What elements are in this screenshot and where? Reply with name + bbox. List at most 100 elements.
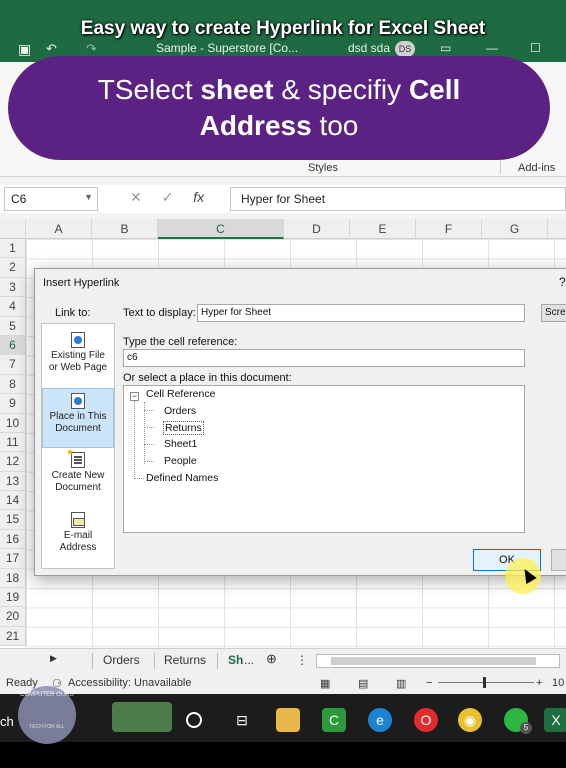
row-header[interactable]: 1 <box>0 239 26 259</box>
undo-icon[interactable]: ↶ <box>46 41 57 57</box>
search-box[interactable]: ch <box>0 714 14 729</box>
column-header[interactable]: E <box>350 219 416 239</box>
more-sheets[interactable]: ... <box>244 653 254 667</box>
opera-icon[interactable]: O <box>414 708 438 732</box>
formula-icons: ✕ ✓ fx <box>130 189 220 206</box>
row-header[interactable]: 15 <box>0 510 26 530</box>
row-header[interactable]: 21 <box>0 626 26 647</box>
chrome-icon[interactable]: ◉ <box>458 708 482 732</box>
row-header[interactable]: 17 <box>0 549 26 569</box>
ribbon-display-icon[interactable]: ▭ <box>440 41 451 55</box>
row-header[interactable]: 4 <box>0 297 26 317</box>
zoom-slider-thumb[interactable] <box>483 677 486 688</box>
page-break-icon[interactable]: ▥ <box>396 677 406 690</box>
text-to-display-input[interactable]: Hyper for Sheet <box>197 304 525 322</box>
row-header[interactable]: 14 <box>0 491 26 511</box>
formula-bar: C6 ▼ ✕ ✓ fx Hyper for Sheet <box>0 185 566 213</box>
insert-hyperlink-dialog: Insert Hyperlink ? Link to: Existing Fil… <box>34 268 566 576</box>
avatar[interactable]: DS <box>395 41 415 57</box>
instruction-banner: TSelect sheet & specifiy Cell Address to… <box>8 56 550 160</box>
whatsapp-badge: 5 <box>520 722 532 734</box>
row-header[interactable]: 13 <box>0 471 26 492</box>
maximize-icon[interactable]: ☐ <box>530 41 541 55</box>
row-header[interactable]: 20 <box>0 607 26 627</box>
save-icon[interactable]: ▣ <box>18 41 31 58</box>
column-header[interactable]: A <box>26 219 92 239</box>
zoom-in-button[interactable]: + <box>536 677 542 689</box>
collapse-icon[interactable]: − <box>130 392 139 401</box>
document-icon <box>71 393 85 409</box>
scroll-right-icon[interactable]: ▶ <box>50 653 57 664</box>
zoom-level[interactable]: 10 <box>552 677 564 689</box>
row-header[interactable]: 16 <box>0 529 26 550</box>
row-header[interactable]: 12 <box>0 452 26 472</box>
row-header[interactable]: 9 <box>0 394 26 414</box>
link-to-existing-file[interactable]: Existing File or Web Page <box>42 328 114 388</box>
sheet-tab-active[interactable]: Sh <box>228 653 243 667</box>
select-all[interactable] <box>0 219 26 239</box>
user-name: dsd sda <box>348 41 391 55</box>
sheet-tab[interactable]: Orders <box>103 653 140 667</box>
place-in-document-label: Or select a place in this document: <box>123 372 292 384</box>
redo-icon[interactable]: ↷ <box>86 41 97 57</box>
function-icon[interactable]: fx <box>193 189 204 205</box>
enter-icon[interactable]: ✓ <box>162 189 174 205</box>
row-header[interactable]: 19 <box>0 588 26 608</box>
email-icon <box>71 512 85 528</box>
zoom-out-button[interactable]: − <box>426 677 432 689</box>
column-header[interactable]: D <box>284 219 350 239</box>
accessibility-status[interactable]: Accessibility: Unavailable <box>68 677 192 689</box>
row-header[interactable]: 18 <box>0 568 26 589</box>
excel-icon[interactable]: X <box>544 708 566 732</box>
row-header[interactable]: 8 <box>0 374 26 395</box>
row-header[interactable]: 5 <box>0 316 26 336</box>
cancel-icon[interactable]: ✕ <box>130 189 142 205</box>
row-header[interactable]: 11 <box>0 432 26 453</box>
normal-view-icon[interactable]: ▦ <box>320 677 330 690</box>
add-sheet-icon[interactable]: ⊕ <box>266 651 277 667</box>
help-icon[interactable]: ? <box>559 275 566 289</box>
zoom-slider[interactable] <box>438 682 534 683</box>
tree-node-sheet[interactable]: Sheet1 <box>164 438 197 450</box>
row-header-selected[interactable]: 6 <box>0 335 26 356</box>
column-header[interactable]: F <box>416 219 482 239</box>
link-to-email-address[interactable]: E-mail Address <box>42 508 114 568</box>
widget-landscape-icon[interactable] <box>112 702 172 732</box>
row-header[interactable]: 7 <box>0 355 26 375</box>
minimize-icon[interactable]: — <box>486 41 498 55</box>
chevron-down-icon[interactable]: ▼ <box>84 192 93 202</box>
new-document-icon <box>66 446 85 468</box>
tree-node-sheet-selected[interactable]: Returns <box>163 421 204 435</box>
row-header[interactable]: 3 <box>0 277 26 298</box>
row-header[interactable]: 10 <box>0 413 26 433</box>
sheet-tab-bar: ▶ Orders Returns Sh ... ⊕ ⋮ <box>0 648 566 672</box>
link-to-place-in-document[interactable]: Place in This Document <box>42 388 114 448</box>
video-title: Easy way to create Hyperlink for Excel S… <box>80 18 486 39</box>
column-header[interactable]: B <box>92 219 158 239</box>
tree-node-cell-reference[interactable]: Cell Reference <box>146 388 215 400</box>
text-to-display-label: Text to display: <box>123 307 196 319</box>
file-explorer-icon[interactable] <box>276 708 300 732</box>
cell-reference-input[interactable]: c6 <box>123 349 525 367</box>
edge-icon[interactable]: e <box>368 708 392 732</box>
sheet-tab[interactable]: Returns <box>164 653 206 667</box>
row-header[interactable]: 2 <box>0 258 26 278</box>
tree-node-sheet[interactable]: People <box>164 455 197 467</box>
column-header[interactable]: G <box>482 219 548 239</box>
name-box[interactable]: C6 ▼ <box>4 187 98 211</box>
tree-node-sheet[interactable]: Orders <box>164 405 196 417</box>
formula-input[interactable]: Hyper for Sheet <box>230 187 566 211</box>
horizontal-scrollbar[interactable] <box>316 654 560 668</box>
cancel-button[interactable] <box>551 549 566 571</box>
task-view-icon[interactable] <box>186 712 202 728</box>
column-header-selected[interactable]: C <box>158 219 284 239</box>
page-layout-icon[interactable]: ▤ <box>358 677 368 690</box>
channel-logo: COMPUTER GURU TECH FOR ALL <box>18 686 76 744</box>
link-to-create-new-document[interactable]: Create New Document <box>42 446 114 508</box>
tree-node-defined-names[interactable]: Defined Names <box>146 472 218 484</box>
taskview-icon[interactable]: ⊟ <box>230 708 254 732</box>
more-icon[interactable]: ⋮ <box>296 653 308 667</box>
camtasia-icon[interactable]: C <box>322 708 346 732</box>
globe-page-icon <box>71 332 85 348</box>
screentip-button[interactable]: ScreenTip... <box>541 304 566 322</box>
